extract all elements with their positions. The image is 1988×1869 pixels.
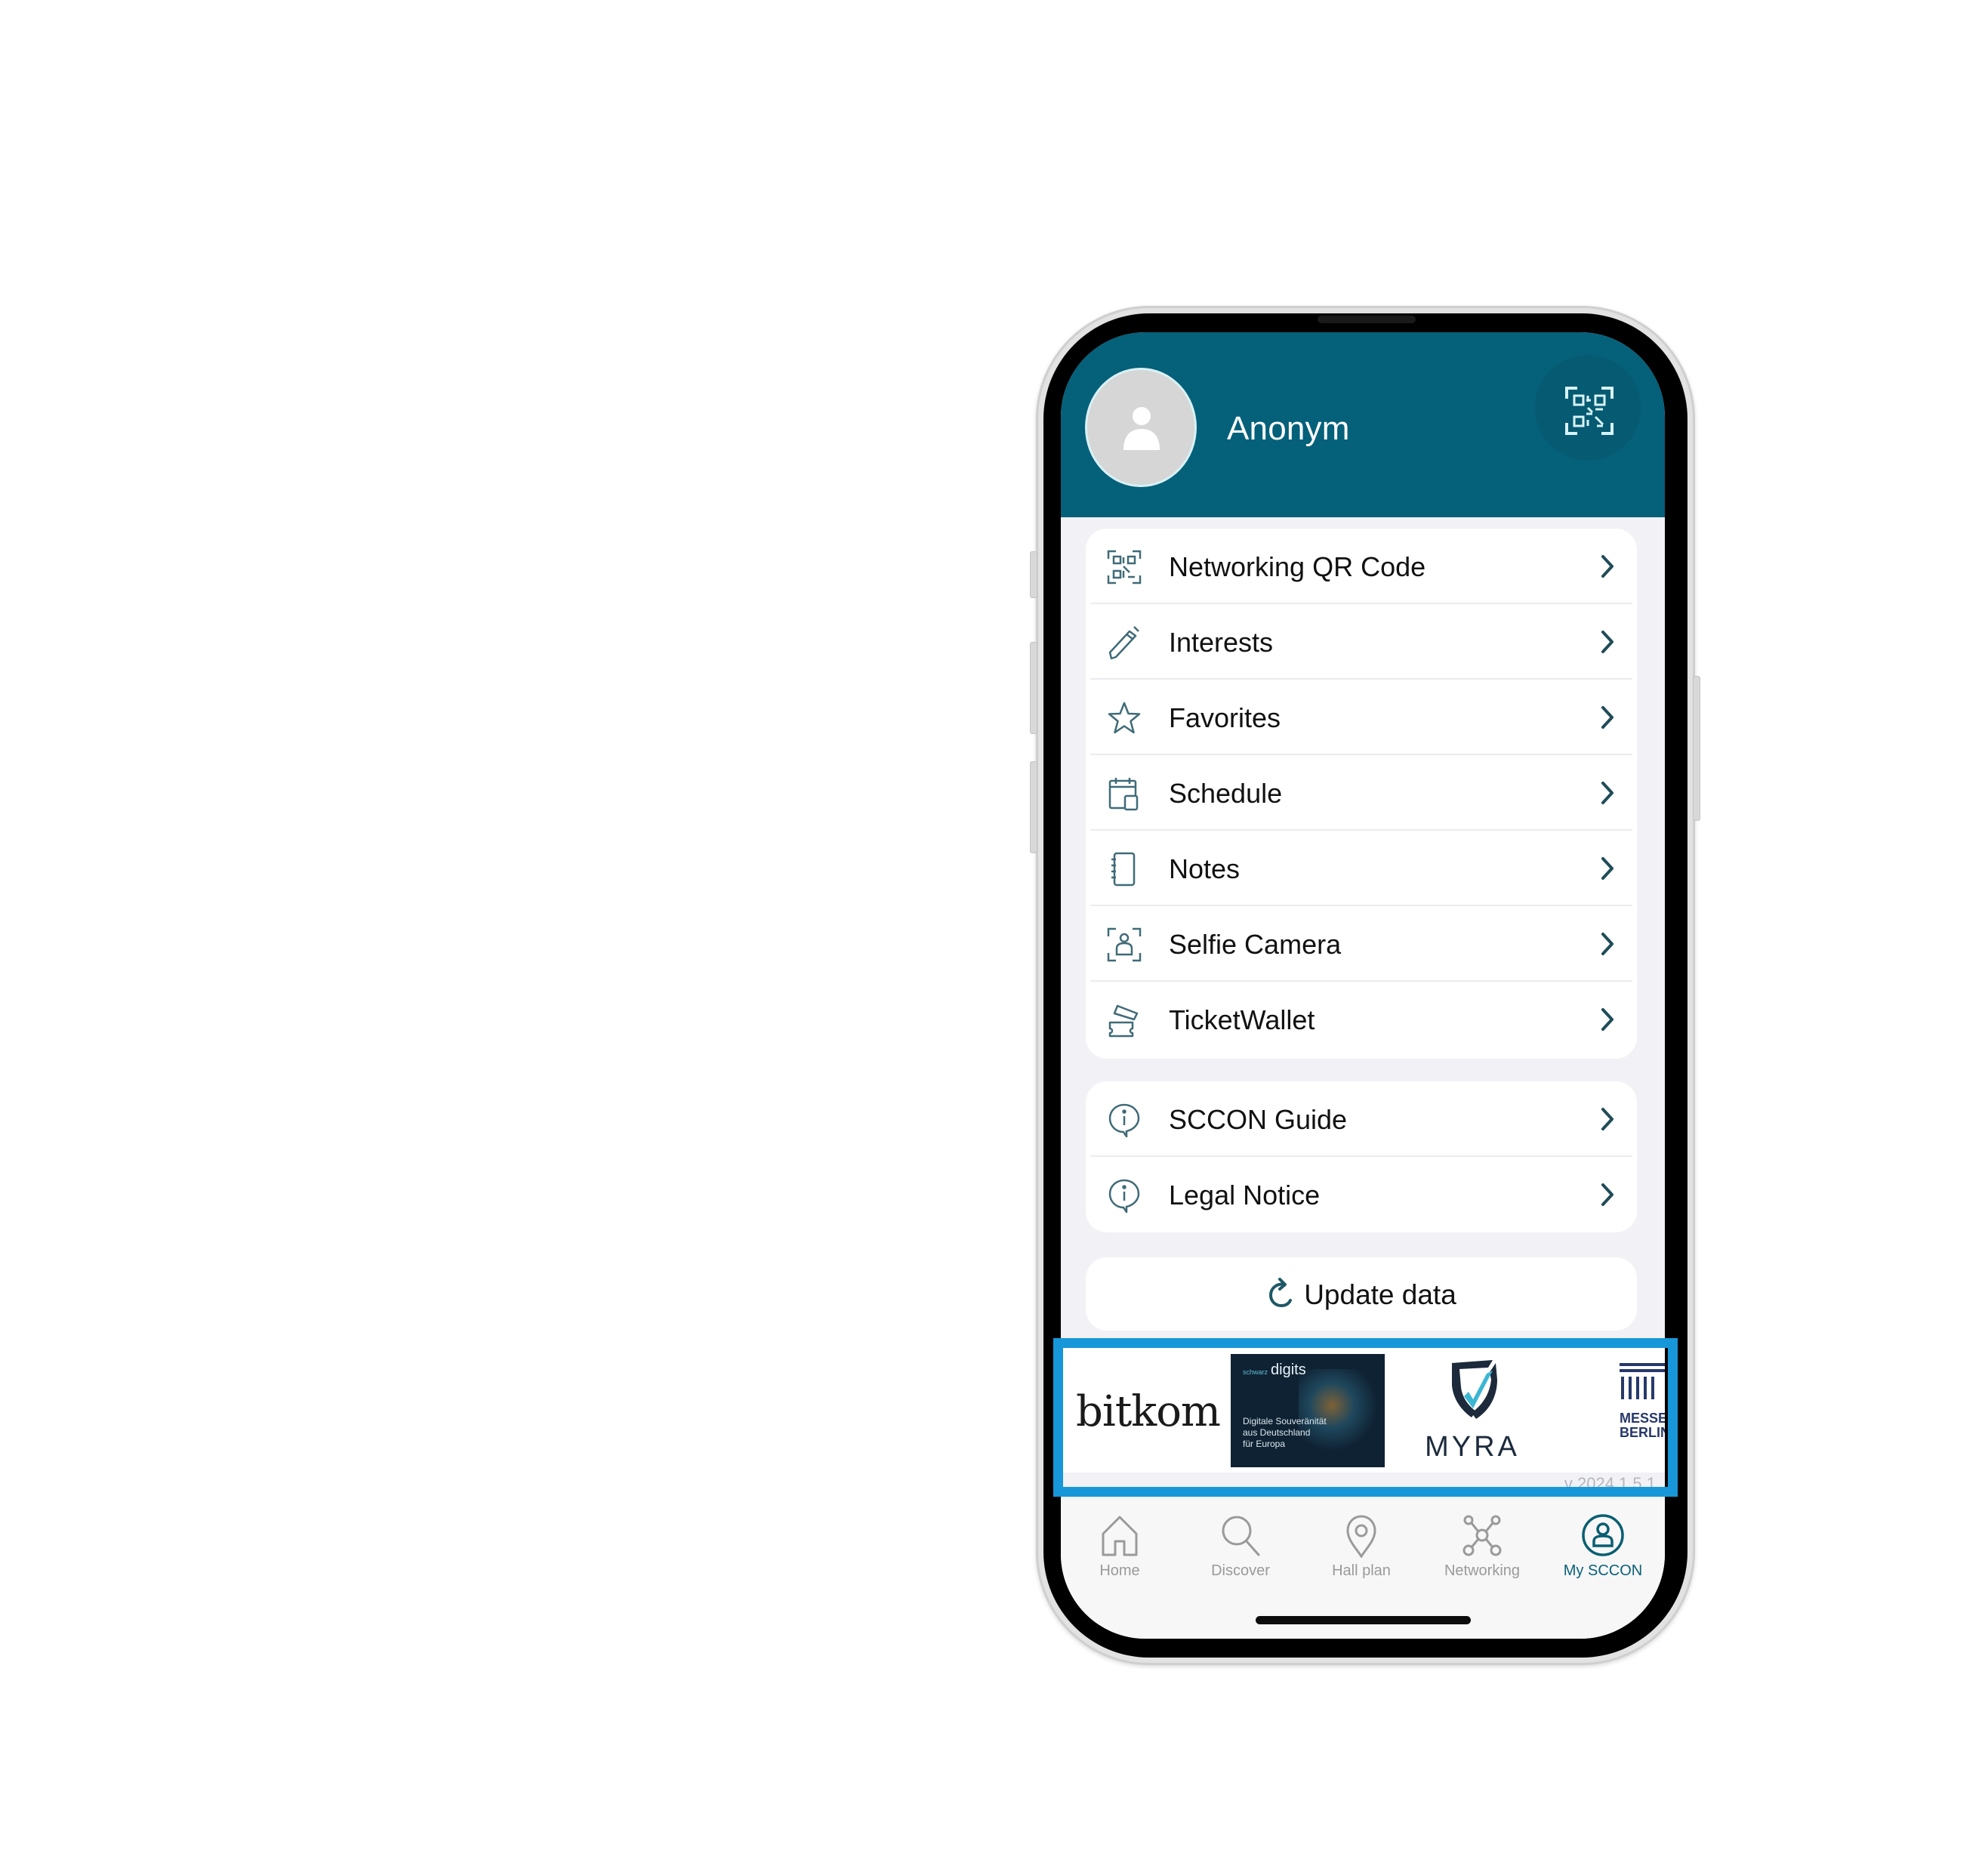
avatar[interactable] [1085, 368, 1197, 487]
menu-item-label: SCCON Guide [1169, 1104, 1348, 1135]
menu-item-sccon-guide[interactable]: SCCON Guide [1086, 1081, 1637, 1157]
tab-label: My SCCON [1563, 1562, 1643, 1579]
tab-my-sccon[interactable]: My SCCON [1550, 1513, 1656, 1596]
ticket-icon [1108, 1004, 1139, 1038]
menu-item-label: Favorites [1169, 702, 1281, 733]
chevron-right-icon [1601, 933, 1614, 955]
qr-code-button[interactable] [1535, 355, 1641, 461]
chevron-right-icon [1601, 857, 1614, 880]
chevron-right-icon [1601, 1108, 1614, 1130]
user-circle-icon [1582, 1514, 1624, 1556]
tab-label: Networking [1444, 1562, 1521, 1579]
menu-item-favorites[interactable]: Favorites [1086, 680, 1637, 755]
notebook-icon [1111, 852, 1136, 887]
highlight-box [1053, 1338, 1678, 1497]
menu-item-notes[interactable]: Notes [1086, 831, 1637, 906]
tab-networking[interactable]: Networking [1429, 1513, 1535, 1596]
info-bubble-icon [1108, 1179, 1140, 1213]
chevron-right-icon [1601, 782, 1614, 804]
menu-item-label: TicketWallet [1169, 1004, 1315, 1035]
mute-switch [1030, 551, 1037, 598]
menu-card-primary: Networking QR Code Interests Favorites S… [1086, 529, 1637, 1059]
menu-item-selfie-camera[interactable]: Selfie Camera [1086, 906, 1637, 982]
menu-item-label: Networking QR Code [1169, 551, 1426, 582]
volume-down-button [1030, 761, 1037, 853]
tab-label: Home [1099, 1562, 1140, 1579]
tab-label: Hall plan [1332, 1562, 1391, 1579]
menu-item-label: Notes [1169, 853, 1241, 884]
menu-item-ticketwallet[interactable]: TicketWallet [1086, 982, 1637, 1057]
menu-item-label: Schedule [1169, 778, 1283, 809]
tab-home[interactable]: Home [1067, 1513, 1173, 1596]
chevron-right-icon [1601, 1008, 1614, 1031]
pencil-icon [1108, 626, 1139, 660]
menu-item-schedule[interactable]: Schedule [1086, 755, 1637, 831]
tab-label: Discover [1211, 1562, 1270, 1579]
selfie-camera-icon [1107, 927, 1142, 962]
menu-item-label: Selfie Camera [1169, 929, 1342, 960]
chevron-right-icon [1601, 706, 1614, 729]
menu-card-secondary: SCCON Guide Legal Notice [1086, 1081, 1637, 1232]
profile-header: Anonym [1061, 332, 1665, 517]
power-button [1693, 676, 1700, 821]
menu-item-interests[interactable]: Interests [1086, 604, 1637, 680]
tab-discover[interactable]: Discover [1188, 1513, 1293, 1596]
speaker-grille [1318, 316, 1416, 323]
calendar-icon [1108, 778, 1139, 811]
chevron-right-icon [1601, 555, 1614, 578]
menu-item-networking-qr-code[interactable]: Networking QR Code [1086, 529, 1637, 604]
qr-code-icon [1565, 387, 1614, 435]
update-data-button[interactable]: Update data [1086, 1257, 1637, 1331]
menu-item-legal-notice[interactable]: Legal Notice [1086, 1157, 1637, 1232]
person-icon [1123, 407, 1160, 450]
tab-hall-plan[interactable]: Hall plan [1308, 1513, 1414, 1596]
home-indicator[interactable] [1256, 1616, 1471, 1624]
star-icon [1108, 702, 1141, 734]
home-icon [1102, 1516, 1138, 1556]
menu-item-label: Interests [1169, 627, 1274, 658]
qr-code-icon [1107, 550, 1142, 584]
search-icon [1222, 1516, 1260, 1556]
network-icon [1462, 1515, 1502, 1556]
volume-up-button [1030, 642, 1037, 734]
chevron-right-icon [1601, 1183, 1614, 1206]
info-bubble-icon [1108, 1103, 1140, 1137]
map-pin-icon [1346, 1515, 1376, 1558]
user-name: Anonym [1227, 410, 1350, 447]
bottom-tab-bar: Home Discover Hall plan Networking My SC… [1061, 1499, 1665, 1639]
menu-item-label: Legal Notice [1169, 1180, 1321, 1211]
chevron-right-icon [1601, 631, 1614, 653]
refresh-icon [1269, 1278, 1293, 1308]
update-data-label: Update data [1304, 1279, 1456, 1310]
